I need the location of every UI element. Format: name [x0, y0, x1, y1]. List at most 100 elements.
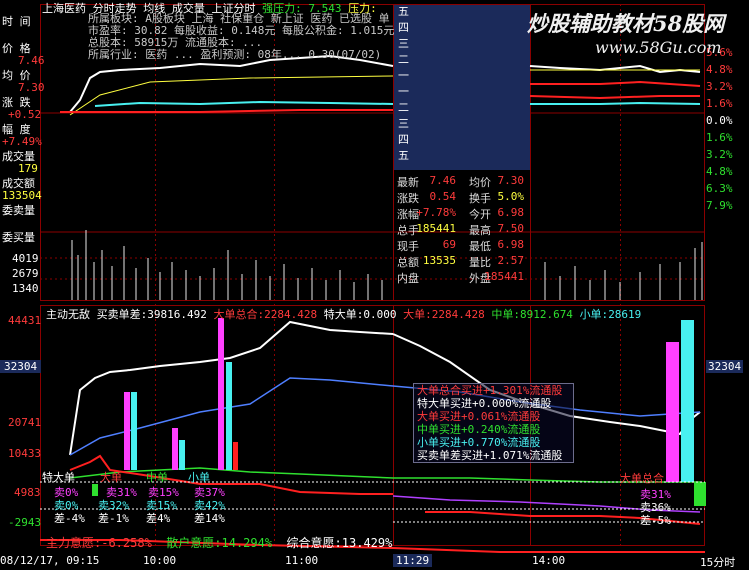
bid-4: 四 — [398, 133, 409, 146]
indicator-header: 主动无敌 买卖单差:39816.492 大单总合:2284.428 特大单:0.… — [46, 308, 642, 321]
stock-name[interactable]: 上海医药 — [42, 2, 86, 15]
order-book-panel — [394, 5, 530, 170]
total-amount: 13535 — [422, 254, 456, 267]
amount-value: 133504 — [2, 189, 42, 202]
price-value: 7.46 — [18, 54, 45, 67]
outer-volume: 185441 — [484, 270, 524, 283]
tab-big[interactable]: 大单 — [100, 469, 122, 485]
diff-mid: 差4% — [146, 512, 171, 525]
pct-value: +7.49% — [2, 135, 42, 148]
ask-4: 四 — [398, 21, 409, 34]
bar-cyan-4 — [681, 320, 694, 482]
tab-small[interactable]: 小单 — [188, 469, 210, 485]
diff-super: 差-4% — [54, 512, 85, 525]
volume-ratio: 2.57 — [497, 254, 525, 267]
lower-tick-4: 10433 — [8, 447, 42, 460]
bid-2: 二 — [398, 101, 409, 114]
time-axis-1400: 14:00 — [532, 554, 566, 567]
ask-2: 二 — [398, 53, 409, 66]
quote-row-amt: 总额 13535 量比 2.57 — [397, 254, 525, 269]
high-price: 7.50 — [497, 222, 525, 235]
open-price: 6.98 — [497, 206, 525, 219]
change: 0.54 — [429, 190, 457, 203]
watermark-url: www.58Gu.com — [595, 38, 722, 57]
time-axis-1129: 11:29 — [393, 554, 433, 567]
turnover: 5.0% — [497, 190, 525, 203]
avg-price: 7.30 — [497, 174, 525, 187]
total-sentiment: 13.429% — [341, 536, 393, 550]
quote-row-last: 最新 7.46 均价 7.30 — [397, 174, 525, 189]
vol-tick-1: 4019 — [12, 252, 39, 265]
legend-line-6: 买卖单差买进+1.071%流通股 — [417, 449, 563, 462]
bar-magenta-4 — [666, 342, 679, 482]
right-tick-4: 1.6% — [706, 97, 733, 110]
quote-row-pct: 涨幅 +7.78% 今开 6.98 — [397, 206, 525, 221]
bar-cyan-2 — [179, 440, 185, 470]
low-price: 6.98 — [497, 238, 525, 251]
bar-magenta-2 — [172, 428, 178, 470]
quote-row-cur: 现手 69 最低 6.98 — [397, 238, 525, 253]
tab-mid[interactable]: 中单 — [146, 469, 168, 485]
right-tick-6: 1.6% — [706, 131, 733, 144]
right-tick-3: 3.2% — [706, 80, 733, 93]
lower-tick-5: 4983 — [14, 486, 41, 499]
right-tick-7: 3.2% — [706, 148, 733, 161]
time-label: 时 间 — [2, 15, 31, 28]
bar-cyan-1 — [131, 392, 137, 470]
time-axis-end: 15分时 — [700, 556, 736, 569]
ask-volume-label: 委卖量 — [2, 204, 35, 217]
big-value: 2284.428 — [431, 308, 485, 321]
overlay-info: 所属板块: A股板块 上海 社保重仓 新上证 医药 已选股 单 市盈率: 30.… — [88, 13, 394, 61]
legend-line-1: 大单总合买进+1.301%流通股 — [417, 384, 563, 397]
bid-5: 五 — [398, 149, 409, 162]
lower-tick-2: 32304 — [0, 360, 42, 373]
time-axis-1000: 10:00 — [143, 554, 177, 567]
tab-super[interactable]: 特大单 — [42, 469, 75, 485]
bar-magenta-1 — [124, 392, 130, 470]
legend-line-4: 中单买进+0.240%流通股 — [417, 423, 541, 436]
retail-sentiment: 14.294% — [221, 536, 273, 550]
last-price: 7.46 — [429, 174, 457, 187]
quote-row-chg: 涨跌 0.54 换手 5.0% — [397, 190, 525, 205]
lower-tick-6: -2943 — [8, 516, 42, 529]
total-volume: 185441 — [416, 222, 456, 235]
quote-row-inout: 内盘 外盘 185441 — [397, 270, 524, 285]
right-tick-8: 4.8% — [706, 165, 733, 178]
bar-magenta-3 — [218, 318, 224, 470]
lower-tick-1: 44431 — [8, 314, 42, 327]
diff-small: 差14% — [194, 512, 225, 525]
legend-line-5: 小单买进+0.770%流通股 — [417, 436, 541, 449]
right-tick-5: 0.0% — [706, 114, 733, 127]
right-bigsum-title: 大单总合 — [620, 472, 664, 485]
volume-axis: 4019 2679 1340 — [12, 252, 39, 295]
pct-change: +7.78% — [416, 206, 456, 219]
lower-tick-3: 20741 — [8, 416, 42, 429]
mid-value: 8912.674 — [519, 308, 573, 321]
vol-value-left: 179 — [18, 162, 38, 175]
indicator-name[interactable]: 主动无敌 — [46, 308, 90, 321]
avg-value: 7.30 — [18, 81, 45, 94]
change-value: +0.52 — [8, 108, 42, 121]
bar-cyan-3 — [226, 362, 232, 470]
ask-1: 一 — [398, 69, 409, 82]
bid-volume-label: 委买量 — [2, 231, 35, 244]
right-tick-10: 7.9% — [706, 199, 733, 212]
order-book-levels: 五 四 三 二 一 一 二 三 四 五 — [398, 4, 409, 164]
super-value: 0.000 — [363, 308, 397, 321]
bar-green-4 — [694, 482, 706, 506]
bid-1: 一 — [398, 85, 409, 98]
watermark-title: 炒股辅助教材58股网 — [527, 11, 725, 36]
sentiment-footer: 主力意愿:-6.258% 散户意愿:14.294% 综合意愿:13.429% — [46, 536, 393, 550]
right-diff: 差-5% — [640, 514, 671, 527]
stock-terminal: 上海医药 分时走势 均线 成交量 上证分时 强压力: 7.543 压力: 所属板… — [0, 0, 749, 569]
overlay-line-4: 所属行业: 医药 ... 盈利预测: 08年... 0.30(07/02) — [88, 48, 382, 61]
vol-tick-3: 1340 — [12, 282, 39, 295]
right-tick-9: 6.3% — [706, 182, 733, 195]
legend-line-3: 大单买进+0.061%流通股 — [417, 410, 541, 423]
time-axis-1100: 11:00 — [285, 554, 319, 567]
small-value: 28619 — [608, 308, 642, 321]
diff-big: 差-1% — [98, 512, 129, 525]
vol-tick-2: 2679 — [12, 267, 39, 280]
bid-3: 三 — [398, 117, 409, 130]
net-value: 39816.492 — [147, 308, 207, 321]
